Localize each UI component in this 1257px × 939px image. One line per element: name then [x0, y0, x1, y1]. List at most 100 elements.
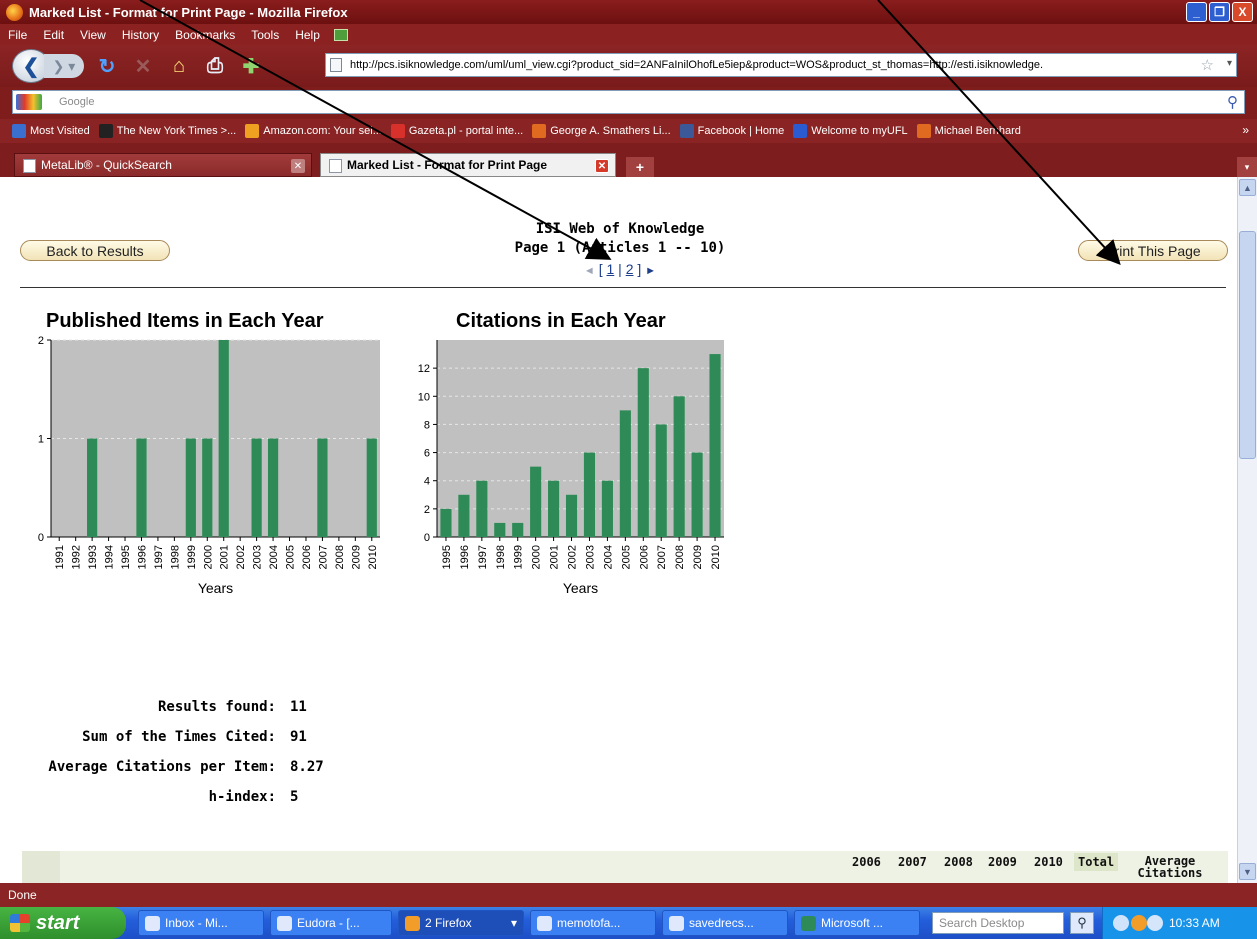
scroll-up-icon[interactable]: ▲ [1239, 179, 1256, 196]
bar-2007 [317, 438, 328, 537]
task-memo[interactable]: memotofa... [530, 910, 656, 936]
url-bar[interactable]: http://pcs.isiknowledge.com/uml/uml_view… [325, 53, 1237, 77]
x-tick-label: 1999 [186, 545, 198, 569]
stat-label: Results found: [157, 699, 276, 715]
bookmark-most-visited[interactable]: Most Visited [12, 124, 90, 138]
pager-bracket-open: [ [598, 261, 603, 277]
bar-2000 [202, 438, 213, 537]
y-tick-label: 4 [424, 476, 430, 488]
menu-view[interactable]: View [78, 28, 108, 42]
tab-close-icon[interactable]: ✕ [291, 159, 305, 173]
vertical-scrollbar[interactable]: ▲ ▼ [1237, 177, 1257, 883]
task-savedrecs[interactable]: savedrecs... [662, 910, 788, 936]
x-tick-label: 2010 [367, 545, 379, 569]
tray-search-icon[interactable] [1147, 915, 1163, 931]
forward-arrow-icon[interactable]: ❯ ▾ [44, 54, 84, 78]
search-desktop-go-icon[interactable]: ⚲ [1070, 912, 1094, 934]
menu-edit[interactable]: Edit [41, 28, 66, 42]
tab-metalib[interactable]: MetaLib® - QuickSearch ✕ [14, 153, 312, 177]
menu-tools[interactable]: Tools [249, 28, 281, 42]
task-eudora[interactable]: Eudora - [... [270, 910, 392, 936]
restore-button[interactable]: ❐ [1209, 2, 1230, 22]
url-dropdown-icon[interactable]: ▾ [1227, 58, 1232, 69]
print-icon[interactable]: ⎙ [202, 53, 228, 79]
magnifier-icon[interactable]: ⚲ [1227, 93, 1238, 111]
status-text: Done [8, 888, 37, 902]
home-icon[interactable]: ⌂ [166, 53, 192, 79]
addon-icon[interactable] [333, 28, 348, 41]
search-desktop-input[interactable]: Search Desktop [932, 912, 1064, 934]
tab-close-icon[interactable]: ✕ [595, 159, 609, 173]
search-toolbar: Google ⚲ [0, 87, 1257, 119]
tab-marked-list[interactable]: Marked List - Format for Print Page ✕ [320, 153, 616, 177]
pager-page-2-link[interactable]: 2 [626, 261, 634, 277]
windows-flag-icon [10, 914, 30, 932]
tray-arrow-icon[interactable] [1113, 915, 1129, 931]
bookmark-gazeta[interactable]: Gazeta.pl - portal inte... [390, 124, 523, 138]
menu-history[interactable]: History [120, 28, 161, 42]
start-button[interactable]: start [0, 907, 126, 939]
bookmark-michael-bernhard[interactable]: Michael Bernhard [916, 124, 1021, 138]
col-2008: 2008 [944, 855, 973, 869]
amazon-icon [245, 124, 260, 138]
col-average-citations: Average Citations [1132, 855, 1208, 879]
menu-bookmarks[interactable]: Bookmarks [173, 28, 237, 42]
tray-app-icon[interactable] [1131, 915, 1147, 931]
task-microsoft[interactable]: Microsoft ... [794, 910, 920, 936]
page-header: ISI Web of Knowledge Page 1 (Articles 1 … [440, 220, 800, 258]
print-this-page-button[interactable]: Print This Page [1078, 240, 1228, 261]
task-inbox[interactable]: Inbox - Mi... [138, 910, 264, 936]
y-tick-label: 10 [418, 391, 430, 403]
bookmarks-overflow-icon[interactable]: » [1242, 123, 1249, 137]
scrollbar-thumb[interactable] [1239, 231, 1256, 459]
window-title-bar[interactable]: Marked List - Format for Print Page - Mo… [0, 0, 1257, 24]
x-tick-label: 1991 [54, 545, 66, 569]
x-tick-label: 2000 [531, 545, 543, 569]
menu-file[interactable]: File [6, 28, 29, 42]
y-tick-label: 8 [424, 419, 430, 431]
google-engine-icon[interactable] [16, 94, 42, 110]
table-header-lead [22, 851, 60, 883]
chart-published-title: Published Items in Each Year [46, 310, 324, 332]
tab-page-icon [329, 159, 342, 173]
nytimes-icon [98, 124, 113, 138]
pager-next-icon[interactable]: ► [645, 265, 656, 277]
task-label: Eudora - [... [297, 916, 360, 930]
bookmark-star-icon[interactable]: ☆ [1201, 56, 1214, 74]
back-to-results-button[interactable]: Back to Results [20, 240, 170, 261]
search-input[interactable]: Google ⚲ [12, 90, 1245, 114]
task-label: 2 Firefox [425, 916, 472, 930]
bar-2010 [366, 438, 377, 537]
bar-1996 [458, 494, 470, 537]
x-tick-label: 2001 [549, 545, 561, 569]
tab-list-icon[interactable]: ▾ [1237, 157, 1257, 177]
bookmark-myufl[interactable]: Welcome to myUFL [793, 124, 908, 138]
minimize-button[interactable]: _ [1186, 2, 1207, 22]
close-button[interactable]: X [1232, 2, 1253, 22]
new-tab-button[interactable]: + [626, 157, 654, 177]
task-firefox[interactable]: 2 Firefox ▾ [398, 910, 524, 936]
col-2010: 2010 [1034, 855, 1063, 869]
stat-results-found: Results found: 11 [0, 699, 420, 719]
scroll-down-icon[interactable]: ▼ [1239, 863, 1256, 880]
pager-page-1-link[interactable]: 1 [606, 261, 614, 277]
x-tick-label: 2006 [638, 545, 650, 569]
site-title: ISI Web of Knowledge [535, 221, 705, 237]
reload-icon[interactable]: ↻ [94, 53, 120, 79]
bar-2009 [691, 452, 703, 537]
stop-icon[interactable]: ✕ [130, 53, 156, 79]
menu-help[interactable]: Help [293, 28, 322, 42]
bookmark-nytimes[interactable]: The New York Times >... [98, 124, 236, 138]
stat-average-citations: Average Citations per Item: 8.27 [0, 759, 420, 779]
stat-value: 11 [290, 699, 307, 715]
bookmark-amazon[interactable]: Amazon.com: Your sel... [245, 124, 382, 138]
bookmark-facebook[interactable]: Facebook | Home [679, 124, 784, 138]
col-2006: 2006 [852, 855, 881, 869]
bar-2000 [530, 466, 542, 537]
windows-taskbar: start Inbox - Mi... Eudora - [... 2 Fire… [0, 907, 1257, 939]
stat-value: 91 [290, 729, 307, 745]
bar-2006 [637, 368, 649, 537]
bookmark-smathers[interactable]: George A. Smathers Li... [532, 124, 671, 138]
new-page-icon[interactable]: ✚ [238, 53, 264, 79]
word-doc-icon [537, 916, 552, 931]
